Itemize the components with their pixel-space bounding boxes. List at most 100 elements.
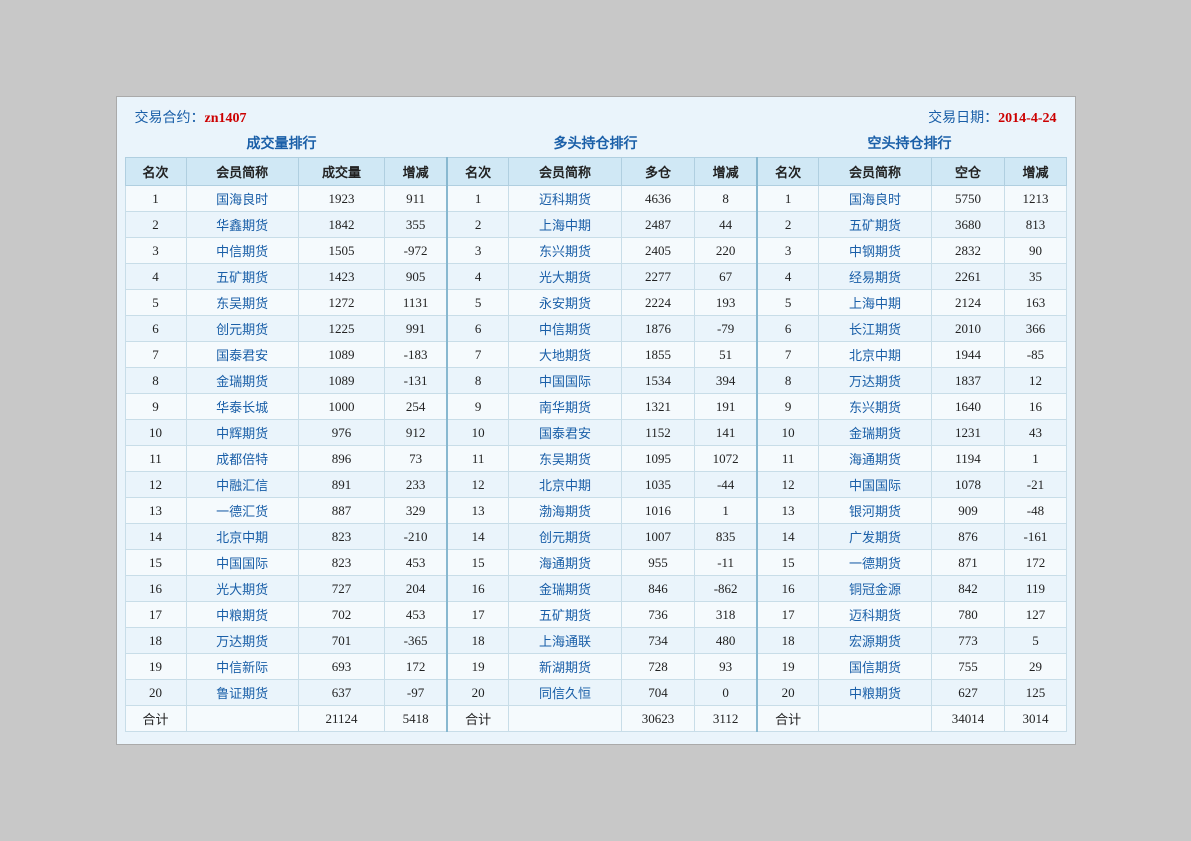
table-cell: 905: [385, 264, 447, 290]
table-cell: -79: [695, 316, 757, 342]
table-cell: 2: [125, 212, 186, 238]
table-cell: 1855: [621, 342, 695, 368]
table-cell: 永安期货: [509, 290, 621, 316]
table-cell: 中国国际: [509, 368, 621, 394]
table-cell: 上海通联: [509, 628, 621, 654]
table-cell: 五矿期货: [509, 602, 621, 628]
date-value: 2014-4-24: [998, 111, 1056, 126]
table-cell: 大地期货: [509, 342, 621, 368]
table-cell: 701: [298, 628, 385, 654]
table-row: 1国海良时19239111迈科期货463681国海良时57501213: [125, 186, 1066, 212]
table-cell: 0: [695, 680, 757, 706]
col-rank-2: 名次: [447, 158, 509, 186]
table-cell: 广发期货: [819, 524, 931, 550]
table-cell: 15: [757, 550, 819, 576]
table-cell: 10: [125, 420, 186, 446]
table-cell: 18: [125, 628, 186, 654]
table-cell: 国泰君安: [509, 420, 621, 446]
table-cell: 702: [298, 602, 385, 628]
table-cell: 17: [757, 602, 819, 628]
table-cell: -85: [1005, 342, 1066, 368]
table-cell: 163: [1005, 290, 1066, 316]
table-cell: 五矿期货: [819, 212, 931, 238]
footer-cell: 5418: [385, 706, 447, 732]
table-cell: 一德期货: [819, 550, 931, 576]
table-cell: 734: [621, 628, 695, 654]
table-cell: 2010: [931, 316, 1005, 342]
table-cell: 11: [757, 446, 819, 472]
table-cell: 12: [125, 472, 186, 498]
table-cell: 14: [757, 524, 819, 550]
table-cell: 4: [125, 264, 186, 290]
table-cell: 上海中期: [819, 290, 931, 316]
table-cell: 中国国际: [819, 472, 931, 498]
main-container: 交易合约：zn1407 交易日期：2014-4-24 成交量排行 多头持仓排行 …: [116, 96, 1076, 745]
table-cell: 8: [757, 368, 819, 394]
table-cell: -210: [385, 524, 447, 550]
footer-cell: [509, 706, 621, 732]
table-cell: 19: [757, 654, 819, 680]
table-cell: -862: [695, 576, 757, 602]
contract-label: 交易合约：: [135, 111, 205, 126]
footer-cell: [186, 706, 298, 732]
table-cell: 北京中期: [186, 524, 298, 550]
table-cell: 728: [621, 654, 695, 680]
table-cell: 银河期货: [819, 498, 931, 524]
table-cell: 191: [695, 394, 757, 420]
table-row: 15中国国际82345315海通期货955-1115一德期货871172: [125, 550, 1066, 576]
table-cell: -365: [385, 628, 447, 654]
table-cell: 125: [1005, 680, 1066, 706]
table-cell: 1: [1005, 446, 1066, 472]
table-cell: 光大期货: [186, 576, 298, 602]
table-row: 17中粮期货70245317五矿期货73631817迈科期货780127: [125, 602, 1066, 628]
table-cell: 204: [385, 576, 447, 602]
table-cell: 220: [695, 238, 757, 264]
table-cell: 842: [931, 576, 1005, 602]
table-cell: 3680: [931, 212, 1005, 238]
table-cell: 5: [757, 290, 819, 316]
contract-value: zn1407: [205, 111, 247, 126]
table-cell: -11: [695, 550, 757, 576]
footer-cell: 21124: [298, 706, 385, 732]
table-cell: 12: [1005, 368, 1066, 394]
table-cell: 一德汇货: [186, 498, 298, 524]
table-cell: 1194: [931, 446, 1005, 472]
table-cell: 51: [695, 342, 757, 368]
col-change-3: 增减: [1005, 158, 1066, 186]
footer-cell: 3112: [695, 706, 757, 732]
table-cell: 127: [1005, 602, 1066, 628]
table-cell: 1131: [385, 290, 447, 316]
table-cell: 366: [1005, 316, 1066, 342]
table-cell: 宏源期货: [819, 628, 931, 654]
table-cell: 823: [298, 550, 385, 576]
table-cell: 1213: [1005, 186, 1066, 212]
table-cell: 1837: [931, 368, 1005, 394]
table-cell: 891: [298, 472, 385, 498]
table-cell: 10: [447, 420, 509, 446]
table-cell: 1: [757, 186, 819, 212]
table-cell: 光大期货: [509, 264, 621, 290]
table-cell: 254: [385, 394, 447, 420]
table-cell: 华泰长城: [186, 394, 298, 420]
table-row: 16光大期货72720416金瑞期货846-86216铜冠金源842119: [125, 576, 1066, 602]
table-cell: -131: [385, 368, 447, 394]
table-cell: 10: [757, 420, 819, 446]
col-rank-1: 名次: [125, 158, 186, 186]
table-cell: 43: [1005, 420, 1066, 446]
table-cell: 迈科期货: [509, 186, 621, 212]
table-cell: 846: [621, 576, 695, 602]
col-member-2: 会员简称: [509, 158, 621, 186]
table-cell: 1: [125, 186, 186, 212]
table-cell: -48: [1005, 498, 1066, 524]
table-cell: 1089: [298, 342, 385, 368]
col-volume: 成交量: [298, 158, 385, 186]
table-cell: 90: [1005, 238, 1066, 264]
table-cell: 19: [447, 654, 509, 680]
table-cell: 9: [757, 394, 819, 420]
table-cell: 20: [125, 680, 186, 706]
table-row: 3中信期货1505-9723东兴期货24052203中钢期货283290: [125, 238, 1066, 264]
table-cell: 172: [1005, 550, 1066, 576]
col-member-1: 会员简称: [186, 158, 298, 186]
table-cell: 780: [931, 602, 1005, 628]
table-cell: 北京中期: [509, 472, 621, 498]
